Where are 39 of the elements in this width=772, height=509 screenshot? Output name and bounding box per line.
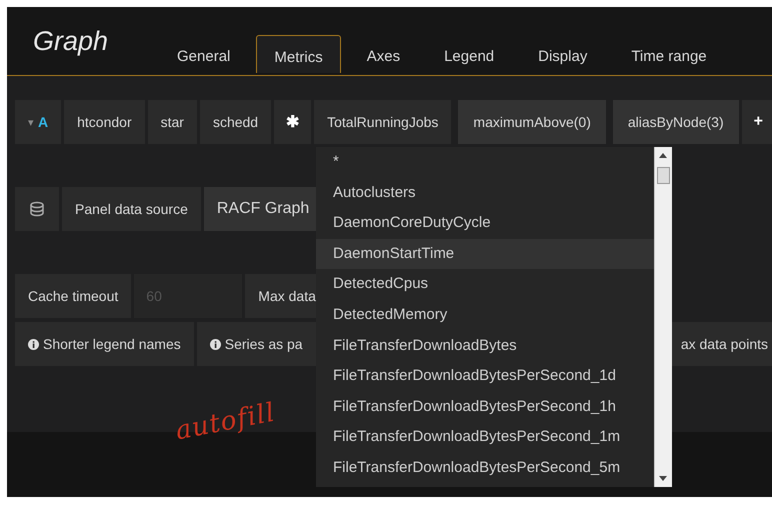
caret-icon: ▾ bbox=[28, 116, 34, 128]
symbol-button[interactable]: ✱ bbox=[274, 100, 312, 144]
annotation-text: autofill bbox=[173, 398, 278, 446]
tab[interactable]: Metrics bbox=[256, 35, 341, 73]
datasource-label: Panel data source bbox=[62, 187, 201, 231]
panel-title: Graph bbox=[32, 26, 110, 58]
query-segment[interactable]: TotalRunningJobs bbox=[314, 100, 452, 144]
dropdown-item[interactable]: DaemonStartTime bbox=[316, 238, 654, 270]
function-segment[interactable]: maximumAbove(0) bbox=[458, 100, 606, 144]
cache-timeout-label: Cache timeout bbox=[15, 274, 132, 318]
tab[interactable]: Time range bbox=[613, 35, 725, 76]
dropdown-item[interactable]: * bbox=[316, 147, 654, 178]
tab[interactable]: General bbox=[159, 35, 248, 76]
option-label: Shorter legend names bbox=[43, 336, 181, 352]
option-chip[interactable]: Shorter legend names bbox=[15, 322, 194, 366]
query-segment[interactable]: schedd bbox=[200, 100, 272, 144]
scroll-up-icon bbox=[659, 153, 667, 158]
dropdown-item[interactable]: FileTransferDownloadBytesPerSecond_1m bbox=[316, 422, 654, 453]
info-icon bbox=[210, 338, 221, 350]
dropdown-item[interactable]: FileTransferDownloadBytes bbox=[316, 330, 654, 362]
query-letter: A bbox=[38, 114, 48, 130]
query-segment[interactable]: htcondor bbox=[64, 100, 145, 144]
function-segment[interactable]: aliasByNode(3) bbox=[612, 100, 739, 144]
option-chip[interactable]: Series as pa bbox=[196, 322, 316, 366]
scrollbar-thumb[interactable] bbox=[657, 167, 670, 184]
query-segment[interactable]: star bbox=[148, 100, 197, 144]
database-icon bbox=[29, 201, 45, 217]
dropdown-item[interactable]: FileTransferDownloadBytesPerSecond_5m bbox=[316, 452, 654, 484]
tab[interactable]: Legend bbox=[426, 35, 512, 76]
scrollbar[interactable] bbox=[654, 147, 672, 487]
tab[interactable]: Axes bbox=[348, 35, 418, 76]
dropdown-item[interactable]: FileTransferDownloadBytesPerSecond_1d bbox=[316, 361, 654, 392]
tab[interactable]: Display bbox=[520, 35, 606, 76]
query-letter-toggle[interactable]: ▾ A bbox=[15, 100, 62, 144]
info-icon bbox=[28, 338, 39, 350]
option-label: Series as pa bbox=[224, 336, 303, 352]
scroll-down-icon bbox=[659, 476, 667, 481]
symbol-button[interactable]: + bbox=[742, 100, 772, 144]
dropdown-item[interactable]: FileTransferDownloadBytesPerSecond_1h bbox=[316, 392, 654, 422]
